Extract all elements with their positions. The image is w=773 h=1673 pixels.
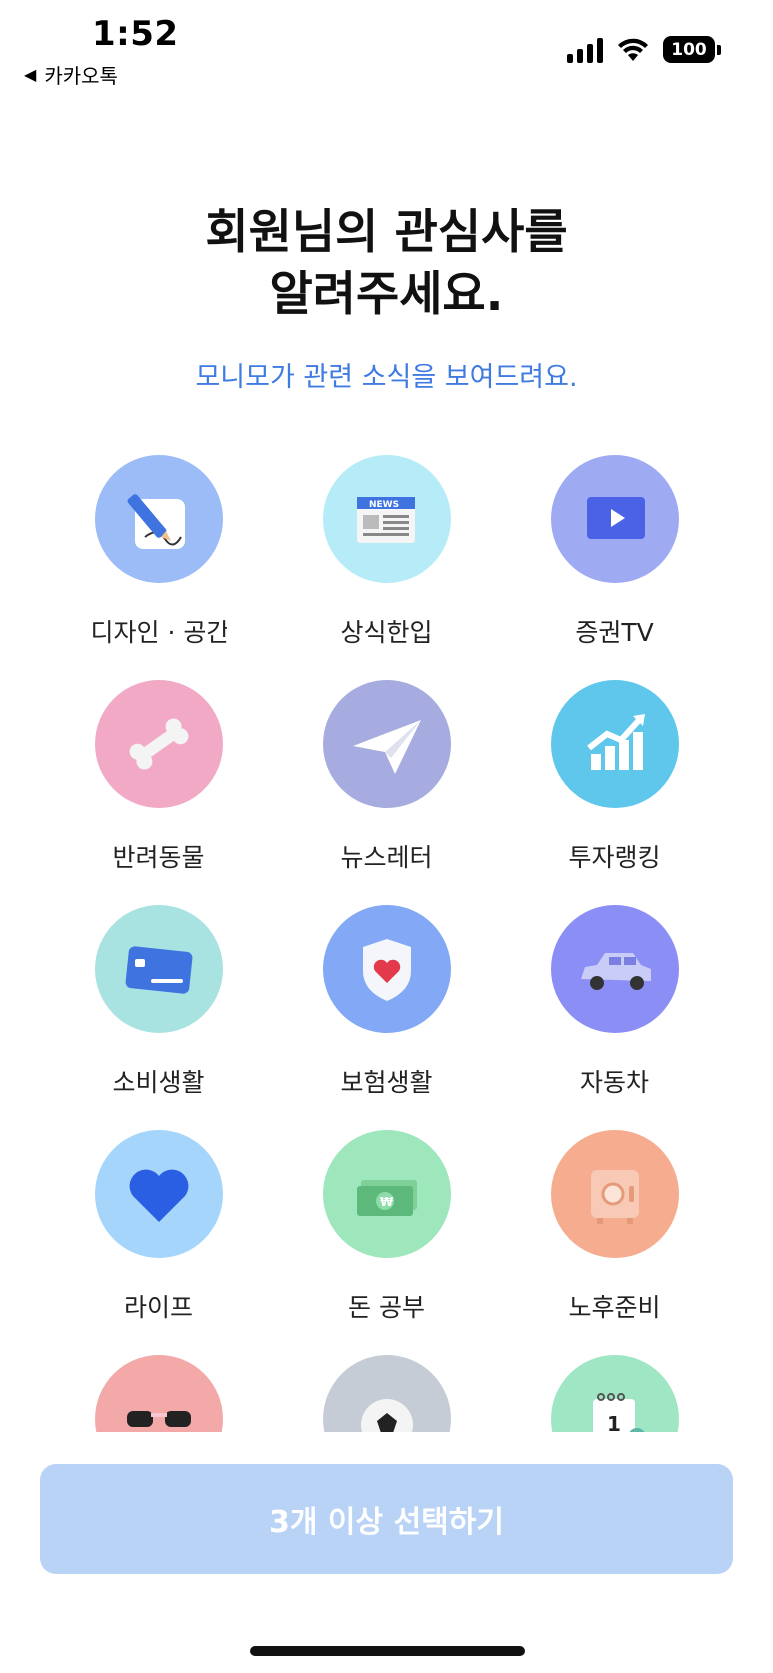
interest-icon-circle <box>94 1130 223 1258</box>
interest-icon-circle <box>322 905 451 1033</box>
interest-tile-stock-tv[interactable]: 증권TV <box>501 455 729 680</box>
wifi-icon <box>618 38 648 61</box>
calendar-icon: 1 <box>592 1393 644 1432</box>
interest-label: 소비생활 <box>112 1068 205 1097</box>
interest-grid-viewport[interactable]: 디자인 · 공간 NEWS 상식한입 증권TV 반려동물 뉴스레터 투자랭킹 소… <box>0 455 773 1432</box>
interest-label: 돈 공부 <box>348 1293 425 1322</box>
back-app-label: 카카오톡 <box>44 64 118 88</box>
interest-tile-travel[interactable] <box>45 1355 273 1432</box>
paper-plane-icon <box>352 720 421 774</box>
interest-tile-invest-ranking[interactable]: 투자랭킹 <box>501 680 729 905</box>
select-three-or-more-button[interactable]: 3개 이상 선택하기 <box>40 1464 733 1574</box>
svg-text:NEWS: NEWS <box>369 500 399 510</box>
battery-level: 100 <box>663 36 715 63</box>
interest-icon-circle <box>94 680 223 808</box>
status-icons: 100 <box>567 36 721 63</box>
interest-tile-spending[interactable]: 소비생활 <box>45 905 273 1130</box>
svg-text:1: 1 <box>607 1412 621 1432</box>
interest-label: 반려동물 <box>112 843 205 872</box>
interest-icon-circle <box>550 905 679 1033</box>
interest-tile-money-study[interactable]: ₩ 돈 공부 <box>273 1130 501 1355</box>
sunglasses-icon <box>126 1411 191 1427</box>
interest-tile-pets[interactable]: 반려동물 <box>45 680 273 905</box>
back-triangle-icon: ◀ <box>24 65 37 84</box>
interest-tile-design[interactable]: 디자인 · 공간 <box>45 455 273 680</box>
interest-icon-circle <box>94 905 223 1033</box>
cellular-signal-icon <box>567 37 603 63</box>
interest-tile-car[interactable]: 자동차 <box>501 905 729 1130</box>
bone-icon <box>129 718 188 770</box>
interest-tile-retirement[interactable]: 노후준비 <box>501 1130 729 1355</box>
shield-heart-icon <box>362 939 411 1001</box>
status-bar: 1:52 ◀ 카카오톡 100 <box>0 0 773 100</box>
interest-tile-life[interactable]: 라이프 <box>45 1130 273 1355</box>
interest-label: 노후준비 <box>568 1293 661 1322</box>
interest-icon-circle: 1 <box>550 1355 679 1432</box>
title-line-2: 알려주세요. <box>269 267 504 322</box>
interest-icon-circle <box>550 455 679 583</box>
back-to-app-link[interactable]: ◀ 카카오톡 <box>24 60 118 89</box>
rising-chart-icon <box>586 714 645 770</box>
interest-icon-circle: NEWS <box>322 455 451 583</box>
interest-label: 자동차 <box>579 1068 649 1097</box>
interest-tile-newsletter[interactable]: 뉴스레터 <box>273 680 501 905</box>
interest-icon-circle <box>94 1355 223 1432</box>
safe-icon <box>590 1170 639 1224</box>
soccer-ball-icon <box>360 1399 413 1432</box>
newspaper-icon: NEWS <box>356 497 415 543</box>
interest-tile-insurance[interactable]: 보험생활 <box>273 905 501 1130</box>
interest-icon-circle <box>322 1355 451 1432</box>
interest-label: 증권TV <box>575 618 654 647</box>
interest-tile-schedule[interactable]: 1 <box>501 1355 729 1432</box>
interest-tile-sports[interactable] <box>273 1355 501 1432</box>
credit-card-icon <box>125 946 192 994</box>
interest-grid: 디자인 · 공간 NEWS 상식한입 증권TV 반려동물 뉴스레터 투자랭킹 소… <box>0 455 773 1432</box>
interest-tile-trivia[interactable]: NEWS 상식한입 <box>273 455 501 680</box>
svg-text:₩: ₩ <box>380 1195 394 1209</box>
status-time: 1:52 <box>92 14 179 54</box>
interest-label: 라이프 <box>123 1293 193 1322</box>
page-title: 회원님의 관심사를 알려주세요. <box>0 202 773 326</box>
heart-icon <box>129 1169 188 1222</box>
interest-icon-circle <box>550 1130 679 1258</box>
page-subtitle: 모니모가 관련 소식을 보여드려요. <box>195 362 578 393</box>
interest-icon-circle <box>94 455 223 583</box>
interest-label: 디자인 · 공간 <box>90 618 227 647</box>
title-line-1: 회원님의 관심사를 <box>205 205 568 260</box>
interest-icon-circle <box>322 680 451 808</box>
home-indicator[interactable] <box>250 1646 525 1656</box>
interest-icon-circle <box>550 680 679 808</box>
money-stack-icon: ₩ <box>356 1180 417 1216</box>
pencil-paper-icon <box>127 494 185 549</box>
interest-label: 투자랭킹 <box>568 843 661 872</box>
interest-label: 보험생활 <box>340 1068 433 1097</box>
video-play-icon <box>586 497 645 539</box>
interest-label: 상식한입 <box>340 618 433 647</box>
car-icon <box>580 953 651 990</box>
battery-icon: 100 <box>663 36 721 63</box>
interest-label: 뉴스레터 <box>340 843 433 872</box>
interest-icon-circle: ₩ <box>322 1130 451 1258</box>
